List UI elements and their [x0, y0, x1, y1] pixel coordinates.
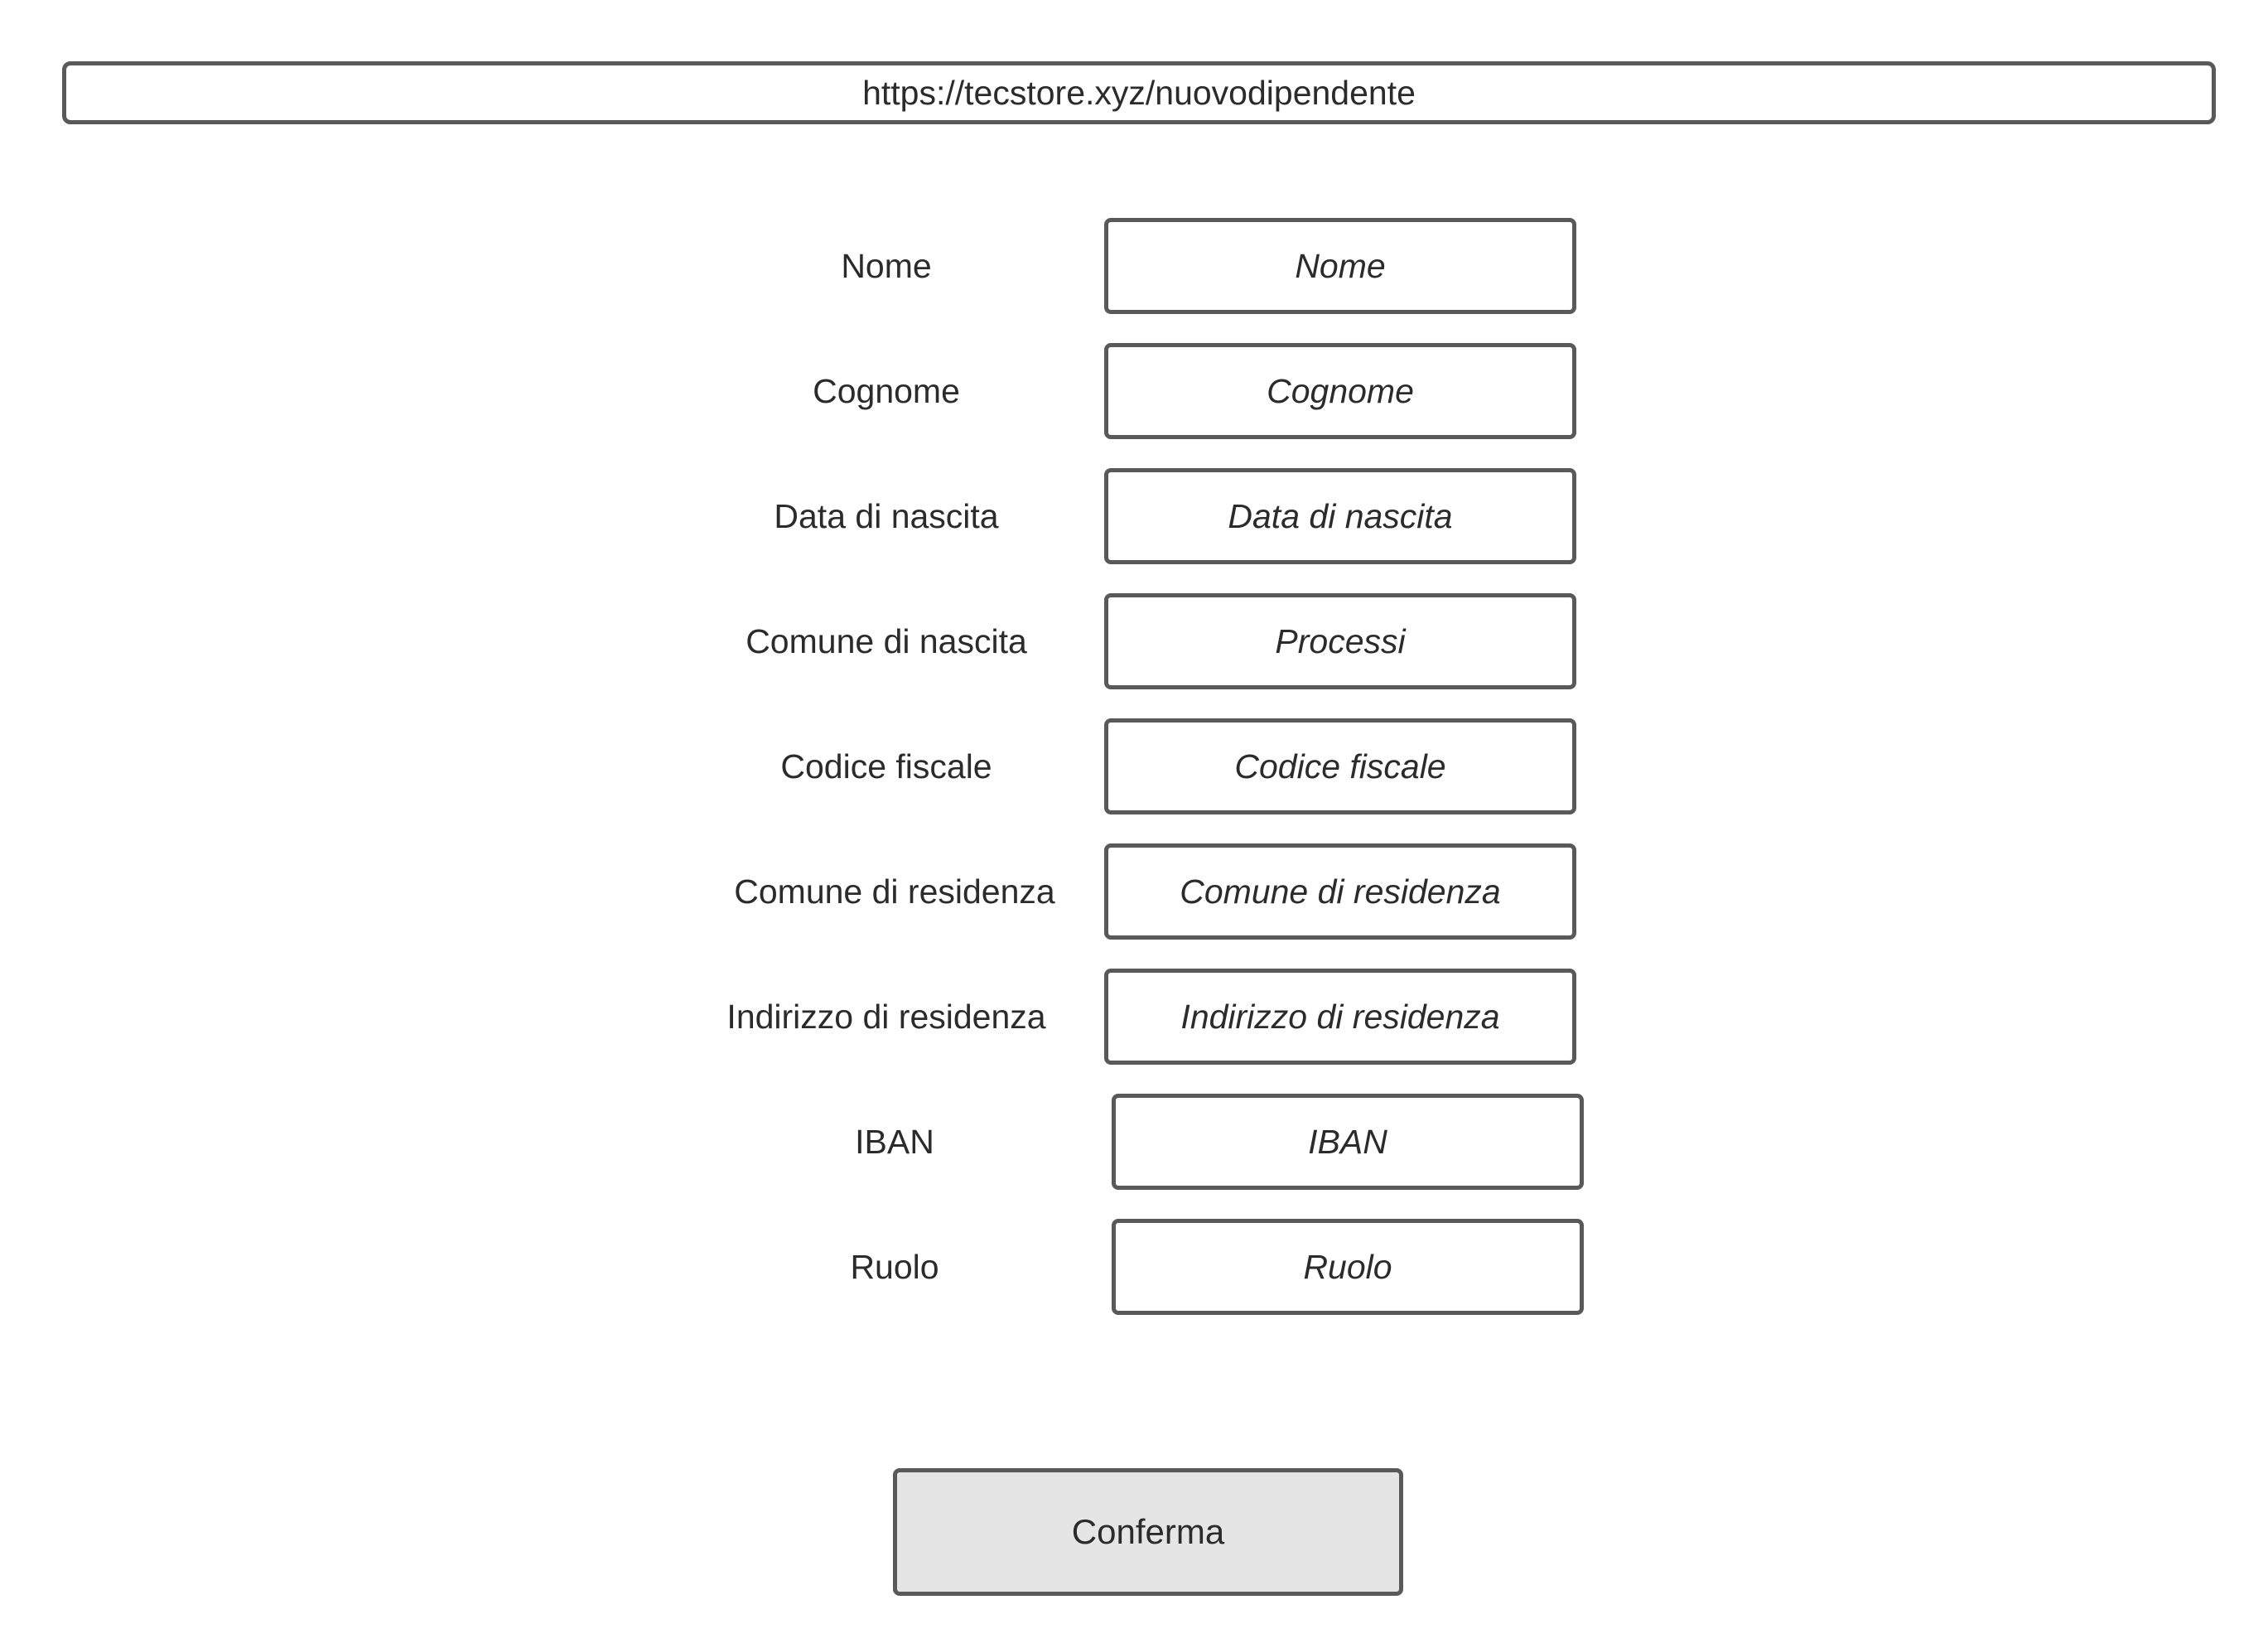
codice-fiscale-input[interactable]: Codice fiscale: [1104, 718, 1576, 814]
cognome-placeholder: Cognome: [1267, 371, 1414, 410]
form-row-comune-di-residenza: Comune di residenza Comune di residenza: [0, 843, 2268, 940]
codice-fiscale-placeholder: Codice fiscale: [1234, 747, 1446, 785]
comune-di-residenza-placeholder: Comune di residenza: [1180, 872, 1501, 911]
iban-input[interactable]: IBAN: [1112, 1094, 1584, 1190]
indirizzo-di-residenza-placeholder: Indirizzo di residenza: [1180, 997, 1500, 1036]
field-label-cognome: Cognome: [813, 371, 960, 410]
form-row-iban: IBAN IBAN: [0, 1094, 2268, 1190]
comune-di-nascita-placeholder: Processi: [1275, 621, 1406, 660]
iban-placeholder: IBAN: [1308, 1122, 1387, 1161]
field-label-codice-fiscale: Codice fiscale: [780, 747, 992, 785]
ruolo-placeholder: Ruolo: [1303, 1247, 1392, 1286]
form-row-data-di-nascita: Data di nascita Data di nascita: [0, 468, 2268, 564]
ruolo-input[interactable]: Ruolo: [1112, 1219, 1584, 1315]
nome-input[interactable]: Nome: [1104, 218, 1576, 314]
field-label-data-di-nascita: Data di nascita: [774, 496, 999, 535]
confirm-button-label: Conferma: [1071, 1512, 1225, 1551]
form-row-codice-fiscale: Codice fiscale Codice fiscale: [0, 718, 2268, 814]
data-di-nascita-input[interactable]: Data di nascita: [1104, 468, 1576, 564]
indirizzo-di-residenza-input[interactable]: Indirizzo di residenza: [1104, 969, 1576, 1065]
field-label-indirizzo-di-residenza: Indirizzo di residenza: [726, 997, 1046, 1036]
confirm-button[interactable]: Conferma: [893, 1468, 1403, 1596]
address-bar-url: https://tecstore.xyz/nuovodipendente: [862, 73, 1416, 112]
field-label-iban: IBAN: [855, 1122, 934, 1161]
form-row-nome: Nome Nome: [0, 218, 2268, 314]
field-label-nome: Nome: [841, 246, 932, 285]
comune-di-nascita-input[interactable]: Processi: [1104, 593, 1576, 689]
form-row-cognome: Cognome Cognome: [0, 343, 2268, 439]
comune-di-residenza-input[interactable]: Comune di residenza: [1104, 843, 1576, 940]
data-di-nascita-placeholder: Data di nascita: [1228, 496, 1453, 535]
form-row-ruolo: Ruolo Ruolo: [0, 1219, 2268, 1315]
field-label-comune-di-nascita: Comune di nascita: [746, 621, 1027, 660]
form-row-comune-di-nascita: Comune di nascita Processi: [0, 593, 2268, 689]
address-bar[interactable]: https://tecstore.xyz/nuovodipendente: [62, 61, 2216, 124]
cognome-input[interactable]: Cognome: [1104, 343, 1576, 439]
form-row-indirizzo-di-residenza: Indirizzo di residenza Indirizzo di resi…: [0, 969, 2268, 1065]
nome-placeholder: Nome: [1295, 246, 1386, 285]
field-label-ruolo: Ruolo: [850, 1247, 939, 1286]
field-label-comune-di-residenza: Comune di residenza: [734, 872, 1055, 911]
